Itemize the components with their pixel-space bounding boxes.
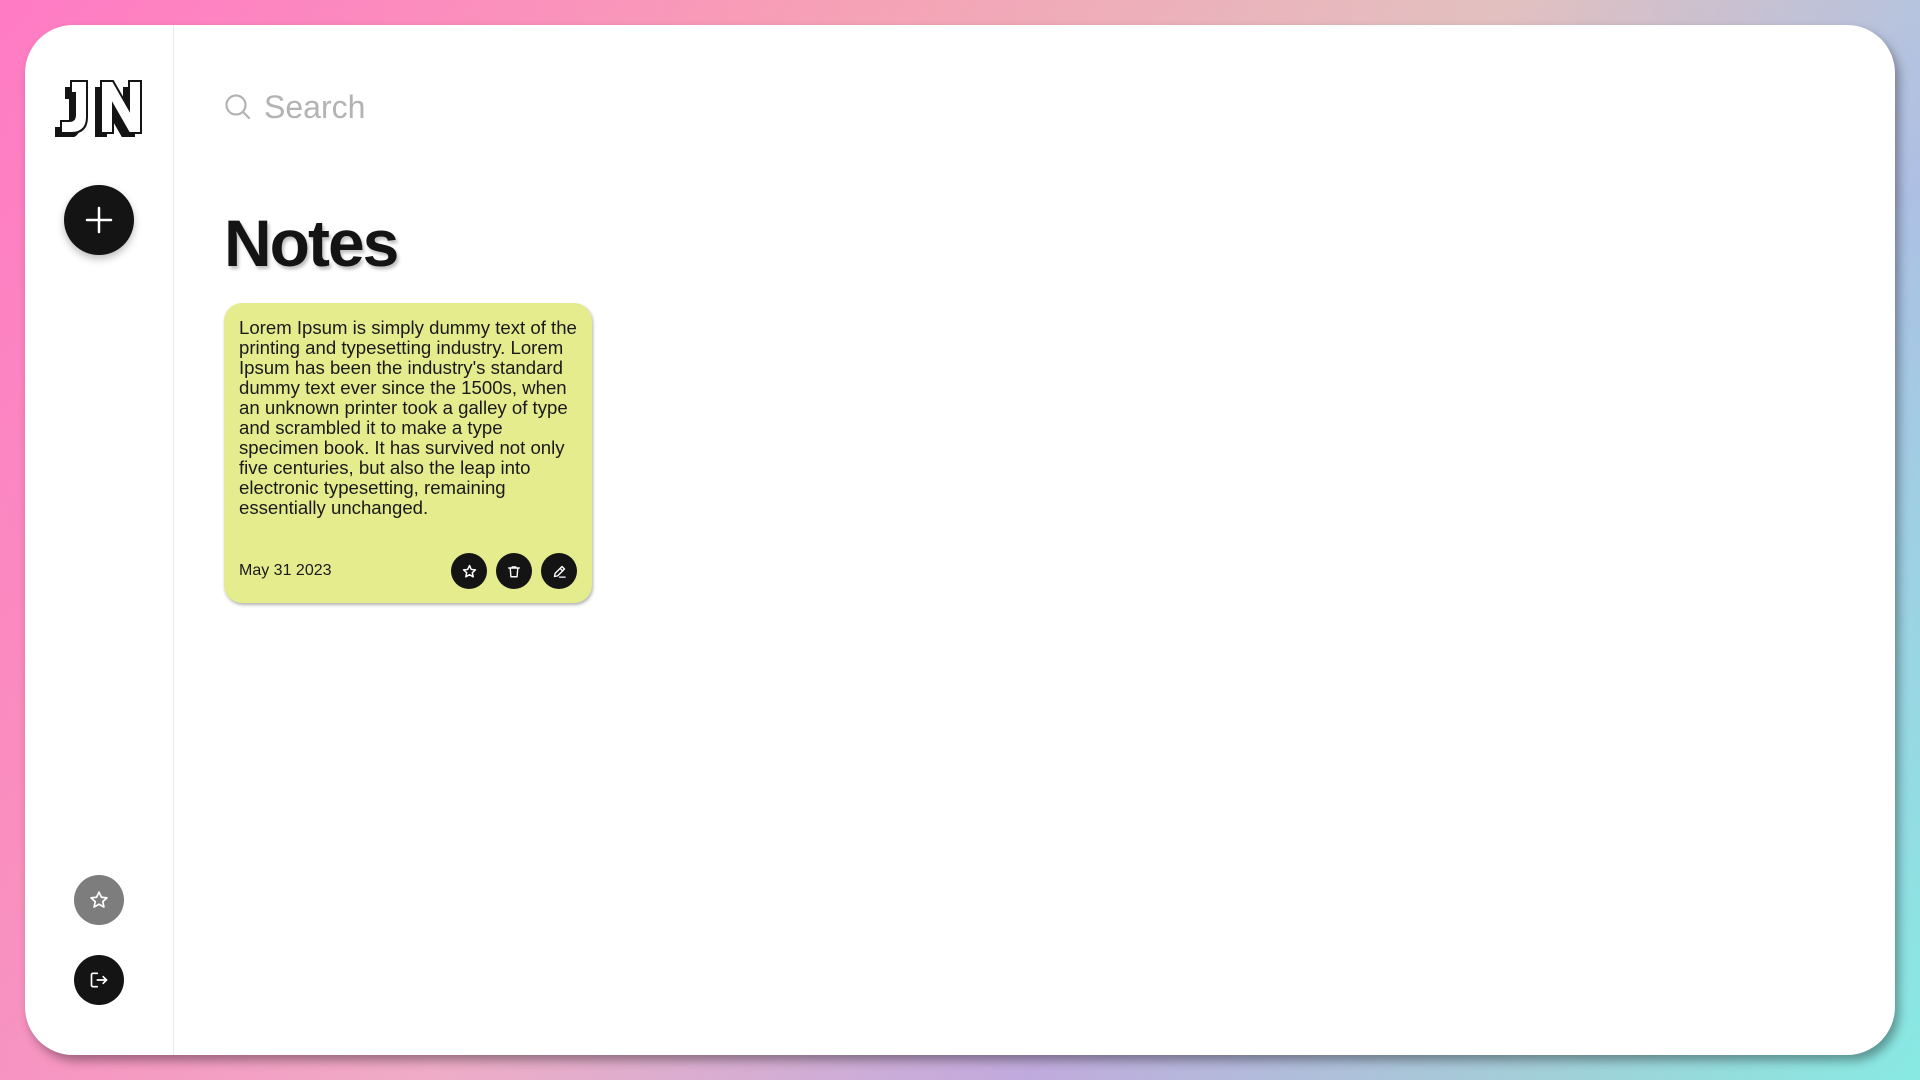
trash-icon (508, 565, 520, 577)
edit-note-button[interactable] (541, 553, 577, 589)
star-icon (462, 564, 476, 578)
favorites-button[interactable] (74, 875, 124, 925)
app-window: Notes Lorem Ipsum is simply dummy text o… (25, 25, 1895, 1055)
main-content: Notes Lorem Ipsum is simply dummy text o… (174, 25, 1895, 1055)
star-icon (90, 891, 108, 908)
sidebar (25, 25, 174, 1055)
note-card[interactable]: Lorem Ipsum is simply dummy text of the … (224, 303, 592, 603)
plus-icon (85, 206, 113, 234)
note-footer: May 31 2023 (239, 553, 577, 589)
app-logo (49, 77, 149, 139)
note-text: Lorem Ipsum is simply dummy text of the … (239, 318, 577, 518)
note-date: May 31 2023 (239, 562, 332, 579)
search-input[interactable] (264, 88, 724, 126)
logout-icon (90, 972, 108, 988)
add-note-button[interactable] (64, 185, 134, 255)
logout-button[interactable] (74, 955, 124, 1005)
delete-note-button[interactable] (496, 553, 532, 589)
favorite-note-button[interactable] (451, 553, 487, 589)
search-icon (225, 94, 251, 120)
page-title: Notes (224, 206, 399, 280)
search-bar (224, 87, 744, 127)
pencil-icon (553, 565, 566, 578)
note-actions (451, 553, 577, 589)
